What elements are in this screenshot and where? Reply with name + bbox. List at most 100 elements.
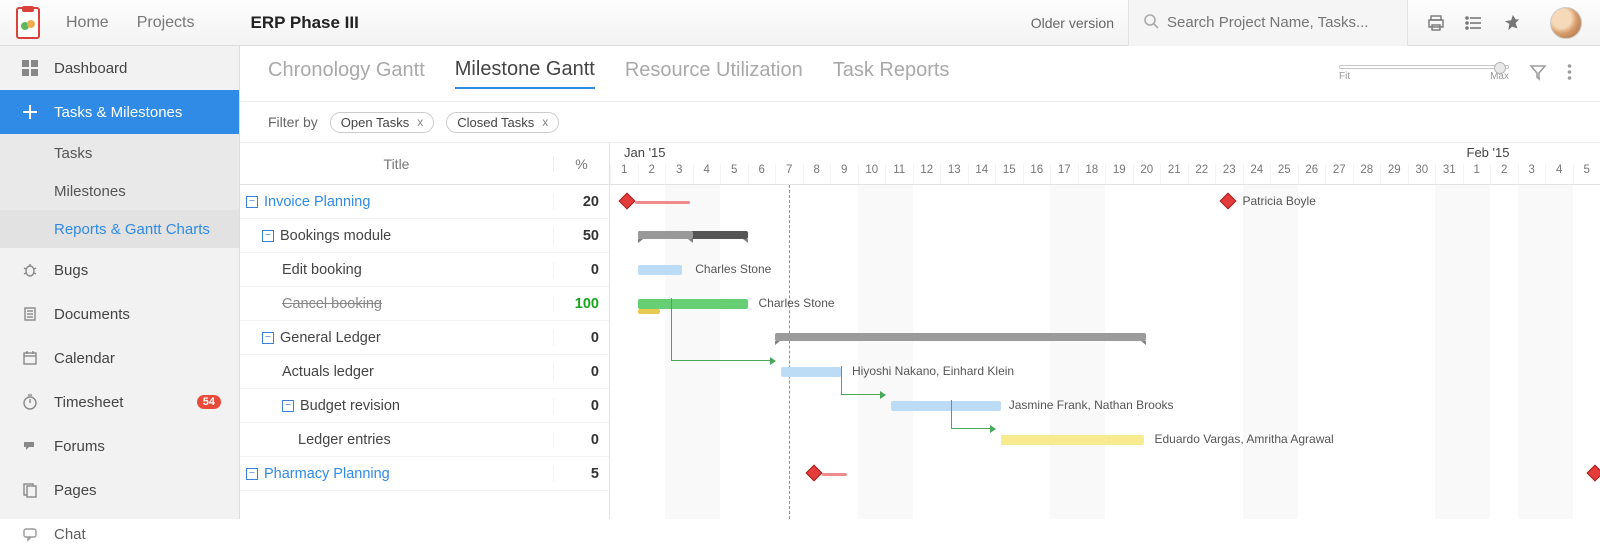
plus-icon (20, 104, 40, 120)
sidebar-label: Chat (54, 526, 86, 543)
gantt-row: Charles Stone (610, 253, 1600, 287)
filter-chip-closed-tasks[interactable]: Closed Tasks x (446, 112, 559, 133)
task-pct: 0 (553, 398, 609, 414)
progress-underlay (638, 309, 660, 314)
assignee-label: Jasmine Frank, Nathan Brooks (1009, 398, 1174, 412)
task-row[interactable]: −Bookings module 50 (240, 219, 609, 253)
content-area: Chronology Gantt Milestone Gantt Resourc… (240, 46, 1600, 519)
settings-icon[interactable] (1502, 13, 1522, 33)
collapse-icon[interactable]: − (262, 332, 274, 344)
task-bar[interactable] (781, 367, 842, 377)
documents-icon (20, 306, 40, 322)
user-avatar[interactable] (1550, 7, 1582, 39)
search-input[interactable] (1167, 14, 1393, 31)
chart-header: Jan '15 Feb '15 123456789101112131415161… (610, 143, 1600, 185)
milestone-diamond[interactable] (806, 465, 823, 482)
task-row[interactable]: Actuals ledger 0 (240, 355, 609, 389)
gantt-row: Jasmine Frank, Nathan Brooks (610, 389, 1600, 423)
day-cell: 3 (665, 164, 693, 184)
list-icon[interactable] (1464, 13, 1484, 33)
task-panel: Title % −Invoice Planning 20 −Bookings m… (240, 143, 610, 519)
sidebar-sub-milestones[interactable]: Milestones (0, 172, 239, 210)
collapse-icon[interactable]: − (246, 468, 258, 480)
task-bar[interactable] (1001, 435, 1144, 445)
collapse-icon[interactable]: − (282, 400, 294, 412)
more-icon[interactable] (1567, 63, 1572, 84)
filter-chip-open-tasks[interactable]: Open Tasks x (330, 112, 434, 133)
sidebar-item-calendar[interactable]: Calendar (0, 336, 239, 380)
print-icon[interactable] (1426, 13, 1446, 33)
task-pct: 5 (553, 466, 609, 482)
day-cell: 23 (1215, 164, 1243, 184)
day-cell: 29 (1380, 164, 1408, 184)
tab-resource-utilization[interactable]: Resource Utilization (625, 59, 803, 88)
tab-task-reports[interactable]: Task Reports (833, 59, 950, 88)
task-pct: 50 (553, 228, 609, 244)
zoom-slider[interactable]: Fit Max (1339, 63, 1509, 85)
task-row[interactable]: Ledger entries 0 (240, 423, 609, 457)
task-title: Budget revision (300, 398, 400, 414)
nav-home[interactable]: Home (66, 14, 109, 32)
task-bar[interactable] (638, 265, 682, 275)
day-cell: 3 (1518, 164, 1546, 184)
chip-remove-icon[interactable]: x (542, 115, 548, 129)
day-cell: 24 (1243, 164, 1271, 184)
day-cell: 12 (913, 164, 941, 184)
task-row[interactable]: Edit booking 0 (240, 253, 609, 287)
sidebar-item-documents[interactable]: Documents (0, 292, 239, 336)
calendar-icon (20, 350, 40, 366)
milestone-diamond[interactable] (1219, 193, 1236, 210)
task-row[interactable]: −Invoice Planning 20 (240, 185, 609, 219)
day-cell: 25 (1270, 164, 1298, 184)
sidebar-label: Timesheet (54, 394, 123, 411)
dependency-line (671, 298, 773, 361)
chart-panel[interactable]: Jan '15 Feb '15 123456789101112131415161… (610, 143, 1600, 519)
zoom-thumb[interactable] (1494, 62, 1506, 74)
sidebar-sub-tasks[interactable]: Tasks (0, 134, 239, 172)
day-cell: 13 (940, 164, 968, 184)
filter-icon[interactable] (1529, 63, 1547, 84)
app-logo (10, 5, 46, 41)
sidebar-item-dashboard[interactable]: Dashboard (0, 46, 239, 90)
sidebar-item-tasks-milestones[interactable]: Tasks & Milestones (0, 90, 239, 134)
task-header: Title % (240, 143, 609, 185)
day-cell: 7 (775, 164, 803, 184)
task-row[interactable]: −Budget revision 0 (240, 389, 609, 423)
older-version-link[interactable]: Older version (1031, 15, 1114, 31)
chart-body[interactable]: Patricia Boyle Charles Stone (610, 185, 1600, 519)
day-cell: 2 (638, 164, 666, 184)
tab-chronology-gantt[interactable]: Chronology Gantt (268, 59, 425, 88)
sidebar-label: Forums (54, 438, 105, 455)
collapse-icon[interactable]: − (246, 196, 258, 208)
task-title: Actuals ledger (282, 364, 374, 380)
day-cell: 8 (803, 164, 831, 184)
sidebar-item-pages[interactable]: Pages (0, 468, 239, 512)
day-cell: 28 (1353, 164, 1381, 184)
sidebar-item-timesheet[interactable]: Timesheet 54 (0, 380, 239, 424)
group-bar[interactable] (775, 333, 1146, 341)
tab-milestone-gantt[interactable]: Milestone Gantt (455, 58, 595, 89)
collapse-icon[interactable]: − (262, 230, 274, 242)
search-box[interactable] (1128, 0, 1408, 46)
dependency-line (951, 400, 992, 429)
filter-row: Filter by Open Tasks x Closed Tasks x (240, 102, 1600, 142)
chat-icon (20, 526, 40, 542)
task-row[interactable]: −General Ledger 0 (240, 321, 609, 355)
chip-label: Closed Tasks (457, 115, 534, 130)
milestone-diamond[interactable] (619, 193, 636, 210)
milestone-diamond[interactable] (1587, 465, 1600, 482)
day-cell: 4 (1545, 164, 1573, 184)
task-pct: 0 (553, 330, 609, 346)
day-cell: 5 (1573, 164, 1600, 184)
task-pct: 0 (553, 432, 609, 448)
sidebar-sub-reports-gantt[interactable]: Reports & Gantt Charts (0, 210, 239, 248)
sidebar-label: Tasks & Milestones (54, 104, 182, 121)
sidebar-item-bugs[interactable]: Bugs (0, 248, 239, 292)
task-row[interactable]: Cancel booking 100 (240, 287, 609, 321)
nav-projects[interactable]: Projects (137, 14, 195, 32)
sidebar-item-forums[interactable]: Forums (0, 424, 239, 468)
task-row[interactable]: −Pharmacy Planning 5 (240, 457, 609, 491)
timesheet-icon (20, 394, 40, 410)
day-cell: 18 (1078, 164, 1106, 184)
chip-remove-icon[interactable]: x (417, 115, 423, 129)
